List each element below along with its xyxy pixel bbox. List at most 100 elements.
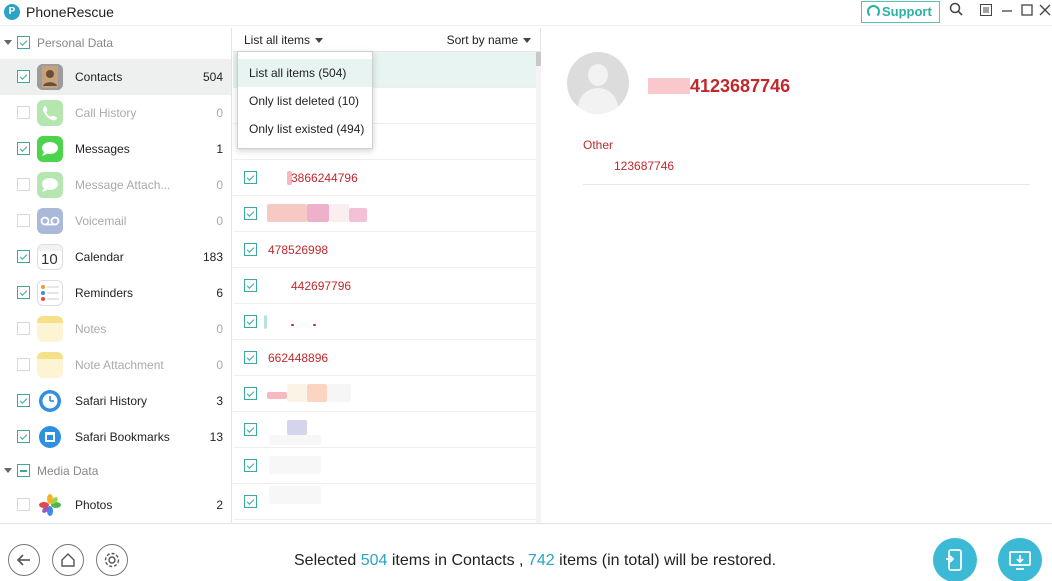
item-count: 0 — [216, 106, 223, 120]
item-label: Photos — [75, 498, 113, 512]
note-attachment-icon — [37, 352, 63, 378]
calendar-day-text: 10 — [41, 251, 58, 268]
close-icon[interactable] — [1035, 2, 1052, 22]
redacted-blur — [291, 324, 294, 326]
sidebar-item-contacts[interactable]: Contacts 504 — [0, 59, 231, 95]
row-checkbox[interactable] — [244, 315, 257, 328]
row-checkbox[interactable] — [244, 279, 257, 292]
list-item[interactable]: 3866244796 — [233, 160, 536, 196]
home-button[interactable] — [52, 544, 84, 576]
item-checkbox[interactable] — [17, 70, 30, 83]
list-item[interactable] — [233, 196, 536, 232]
redacted-blur — [648, 78, 690, 94]
footer: Selected 504 items in Contacts , 742 ite… — [0, 523, 1052, 581]
filter-dropdown[interactable]: List all items — [244, 33, 324, 47]
row-checkbox[interactable] — [244, 171, 257, 184]
item-checkbox[interactable] — [17, 430, 30, 443]
list-item[interactable] — [233, 304, 536, 340]
redacted-blur — [307, 384, 327, 402]
item-checkbox[interactable] — [17, 178, 30, 191]
search-icon[interactable] — [946, 2, 966, 22]
sidebar-item-notes[interactable]: Notes 0 — [0, 311, 231, 347]
row-text: 442697796 — [291, 279, 352, 293]
item-checkbox[interactable] — [17, 214, 30, 227]
item-checkbox[interactable] — [17, 498, 30, 511]
item-count: 183 — [202, 250, 223, 264]
list-item[interactable]: 662448896 — [233, 340, 536, 376]
item-checkbox[interactable] — [17, 286, 30, 299]
scroll-thumb[interactable] — [536, 52, 541, 66]
redacted-blur — [349, 208, 367, 222]
list-scrollbar[interactable] — [536, 52, 541, 523]
item-label: Message Attach... — [75, 178, 171, 192]
item-count: 13 — [209, 430, 223, 444]
sidebar-item-reminders[interactable]: Reminders 6 — [0, 275, 231, 311]
list-item[interactable] — [233, 448, 536, 484]
redacted-blur — [269, 435, 321, 445]
group-checkbox[interactable] — [17, 36, 30, 49]
contacts-icon — [37, 64, 63, 90]
sidebar-item-message-attachments[interactable]: Message Attach... 0 — [0, 167, 231, 203]
list-item[interactable] — [233, 412, 536, 448]
menu-icon[interactable] — [976, 2, 996, 22]
item-checkbox[interactable] — [17, 394, 30, 407]
menu-item-list-existed[interactable]: Only list existed (494) — [238, 115, 372, 143]
row-checkbox[interactable] — [244, 207, 257, 220]
field-value: 123687746 — [614, 159, 675, 173]
item-checkbox[interactable] — [17, 250, 30, 263]
sidebar-item-call-history[interactable]: Call History 0 — [0, 95, 231, 131]
headset-icon — [867, 5, 880, 18]
contact-name: 4123687746 — [690, 76, 791, 96]
row-checkbox[interactable] — [244, 495, 257, 508]
group-personal-data[interactable]: Personal Data — [0, 28, 231, 58]
row-checkbox[interactable] — [244, 459, 257, 472]
safari-history-icon — [37, 388, 63, 414]
back-button[interactable] — [8, 544, 40, 576]
menu-item-list-all[interactable]: List all items (504) — [238, 59, 372, 87]
sort-label: Sort by name — [446, 33, 518, 47]
group-checkbox[interactable] — [17, 464, 30, 477]
collapse-arrow-icon[interactable] — [4, 468, 12, 473]
collapse-arrow-icon[interactable] — [4, 40, 12, 45]
list-item[interactable] — [233, 376, 536, 412]
item-count: 504 — [202, 70, 223, 84]
voicemail-icon — [37, 208, 63, 234]
item-checkbox[interactable] — [17, 358, 30, 371]
sidebar-item-note-attachment[interactable]: Note Attachment 0 — [0, 347, 231, 383]
list-item[interactable]: 442697796 — [233, 268, 536, 304]
redacted-blur — [267, 392, 287, 399]
row-checkbox[interactable] — [244, 351, 257, 364]
row-checkbox[interactable] — [244, 387, 257, 400]
maximize-icon[interactable] — [1017, 2, 1037, 22]
category-sidebar: Personal Data Contacts 504 Call History … — [0, 28, 232, 523]
chevron-down-icon — [523, 38, 531, 44]
menu-item-list-deleted[interactable]: Only list deleted (10) — [238, 87, 372, 115]
sort-dropdown[interactable]: Sort by name — [447, 33, 531, 47]
row-checkbox[interactable] — [244, 243, 257, 256]
support-button[interactable]: Support — [861, 1, 940, 23]
group-media-data[interactable]: Media Data — [0, 456, 231, 486]
recover-to-device-button[interactable] — [933, 538, 977, 581]
sidebar-item-safari-bookmarks[interactable]: Safari Bookmarks 13 — [0, 419, 231, 455]
settings-button[interactable] — [96, 544, 128, 576]
message-attachment-icon — [37, 172, 63, 198]
row-text: 662448896 — [268, 351, 329, 365]
list-item[interactable]: 478526998 — [233, 232, 536, 268]
filter-dropdown-menu: List all items (504) Only list deleted (… — [237, 51, 373, 149]
phone-icon — [37, 100, 63, 126]
redacted-blur — [269, 486, 321, 504]
sidebar-item-calendar[interactable]: 10 Calendar 183 — [0, 239, 231, 275]
sidebar-item-photos[interactable]: Photos 2 — [0, 487, 231, 523]
recover-to-computer-button[interactable] — [998, 538, 1042, 581]
sidebar-item-voicemail[interactable]: Voicemail 0 — [0, 203, 231, 239]
item-count: 0 — [216, 358, 223, 372]
item-checkbox[interactable] — [17, 322, 30, 335]
list-item[interactable] — [233, 484, 536, 520]
item-checkbox[interactable] — [17, 142, 30, 155]
item-checkbox[interactable] — [17, 106, 30, 119]
row-checkbox[interactable] — [244, 423, 257, 436]
divider — [583, 184, 1030, 185]
sidebar-item-messages[interactable]: Messages 1 — [0, 131, 231, 167]
minimize-icon[interactable] — [997, 2, 1017, 22]
sidebar-item-safari-history[interactable]: Safari History 3 — [0, 383, 231, 419]
